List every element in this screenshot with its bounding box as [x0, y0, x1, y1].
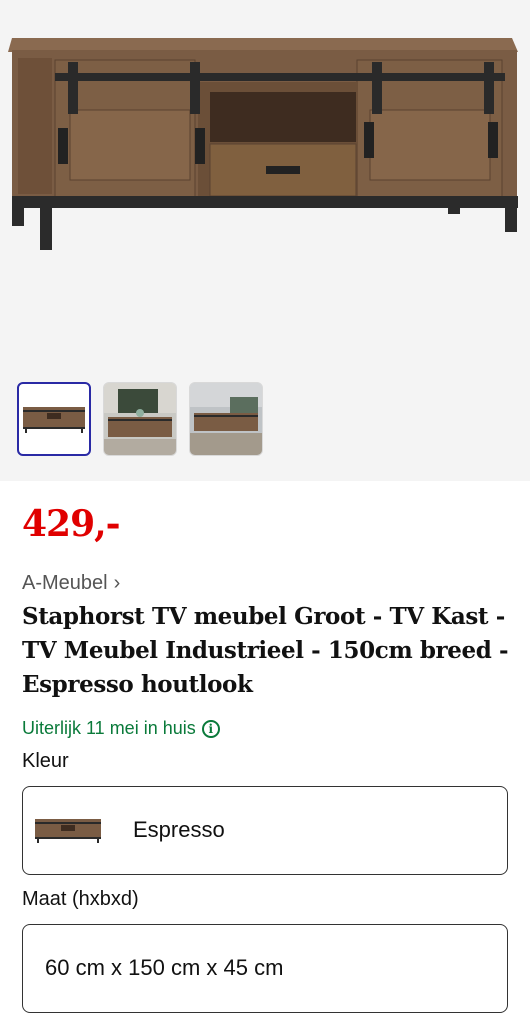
size-label: Maat (hxbxd) — [22, 888, 139, 910]
color-value: Espresso — [133, 817, 225, 842]
product-thumbnail-1[interactable] — [17, 382, 91, 456]
product-title: Staphorst TV meubel Groot - TV Kast - TV… — [22, 603, 509, 698]
size-value: 60 cm x 150 cm x 45 cm — [45, 955, 284, 980]
color-selector[interactable]: Espresso — [22, 786, 508, 875]
product-main-image[interactable] — [0, 0, 530, 370]
product-thumbnail-2[interactable] — [103, 382, 177, 456]
size-selector[interactable]: 60 cm x 150 cm x 45 cm — [22, 924, 508, 1013]
brand-link[interactable]: A-Meubel › — [22, 572, 120, 595]
color-label: Kleur — [22, 750, 69, 772]
product-thumbnail-3[interactable] — [189, 382, 263, 456]
delivery-text: Uiterlijk 11 mei in huis — [22, 718, 196, 738]
info-icon[interactable]: i — [201, 719, 220, 738]
product-gallery — [0, 0, 530, 481]
thumbnail-strip — [17, 382, 263, 456]
brand-name[interactable]: A-Meubel — [22, 572, 108, 594]
color-swatch-image — [35, 819, 101, 843]
product-price: 429,- — [22, 503, 121, 545]
delivery-info: Uiterlijk 11 mei in huis i — [22, 718, 220, 739]
chevron-right-icon: › — [113, 572, 121, 594]
